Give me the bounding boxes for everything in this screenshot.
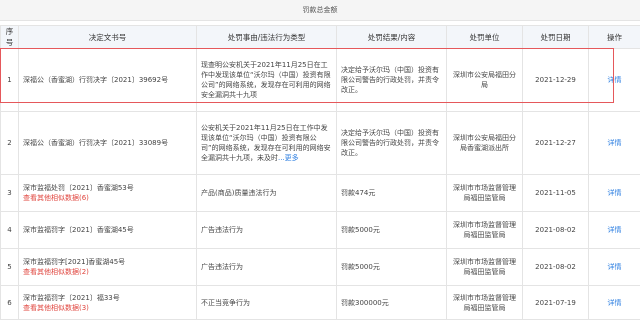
row-doc-cell: 深市监福罚字〔2021〕福33号 查看其他相似数据(3) [18,285,197,320]
row-index: 6 [0,285,19,320]
row-index: 3 [0,174,19,212]
row-result: 罚款5000元 [336,211,447,249]
row-reason: 广告违法行为 [196,248,337,286]
col-date-header: 处罚日期 [522,25,589,49]
row-reason: 不正当竞争行为 [196,285,337,320]
row-date: 2021-07-19 [522,285,589,320]
details-link[interactable]: 详情 [608,226,622,234]
row-index: 2 [0,111,19,175]
row-date: 2021-11-05 [522,174,589,212]
row-index: 1 [0,48,19,112]
table-row: 4 深市监福罚字〔2021〕香蜜湖45号 广告违法行为 罚款5000元 深圳市市… [0,211,640,249]
row-doc-number: 深福公（香蜜湖）行罚决字〔2021〕39692号 [18,48,197,112]
row-date: 2021-08-02 [522,248,589,286]
row-reason-cell: 公安机关于2021年11月25日在工作中发现该单位“沃尔玛（中国）投资有限公司”… [196,111,337,175]
row-unit: 深圳市市场监督管理局福田监管局 [446,174,523,212]
table-row: 1 深福公（香蜜湖）行罚决字〔2021〕39692号 现查明公安机关于2021年… [0,48,640,112]
details-link[interactable]: 详情 [608,189,622,197]
row-unit: 深圳市公安局福田分局 [446,48,523,112]
similar-data-link[interactable]: 查看其他相似数据(6) [23,193,192,203]
row-date: 2021-12-27 [522,111,589,175]
row-index: 5 [0,248,19,286]
row-unit: 深圳市市场监督管理局福田监管局 [446,211,523,249]
row-date: 2021-12-29 [522,48,589,112]
col-unit-header: 处罚单位 [446,25,523,49]
row-result: 罚款300000元 [336,285,447,320]
similar-data-link[interactable]: 查看其他相似数据(2) [23,267,192,277]
details-link[interactable]: 详情 [608,76,622,84]
col-reason-header: 处罚事由/违法行为类型 [196,25,337,49]
table-header-row: 序号 决定文书号 处罚事由/违法行为类型 处罚结果/内容 处罚单位 处罚日期 操… [0,25,640,49]
section-title: 罚款总金额 [0,0,640,21]
row-doc-number: 深福公（香蜜湖）行罚决字〔2021〕33089号 [18,111,197,175]
table-row: 6 深市监福罚字〔2021〕福33号 查看其他相似数据(3) 不正当竞争行为 罚… [0,285,640,320]
row-doc-number: 深市监福罚字[2021]香蜜湖45号 [23,258,126,266]
penalty-table: 序号 决定文书号 处罚事由/违法行为类型 处罚结果/内容 处罚单位 处罚日期 操… [0,25,640,320]
table-row: 3 深市监福处罚〔2021〕香蜜湖53号 查看其他相似数据(6) 产品(商品)质… [0,174,640,212]
details-link[interactable]: 详情 [608,139,622,147]
details-link[interactable]: 详情 [608,263,622,271]
col-doc-header: 决定文书号 [18,25,197,49]
col-result-header: 处罚结果/内容 [336,25,447,49]
row-doc-number: 深市监福罚字〔2021〕福33号 [23,293,120,302]
table-row: 5 深市监福罚字[2021]香蜜湖45号 查看其他相似数据(2) 广告违法行为 … [0,248,640,286]
row-doc-cell: 深市监福罚字[2021]香蜜湖45号 查看其他相似数据(2) [18,248,197,286]
row-reason: 广告违法行为 [196,211,337,249]
row-unit: 深圳市公安局福田分局香蜜湖派出所 [446,111,523,175]
row-result: 决定给予沃尔玛（中国）投资有限公司警告的行政处罚，并责令改正。 [336,48,447,112]
col-index-header: 序号 [0,25,19,49]
details-link[interactable]: 详情 [608,299,622,307]
table-row: 2 深福公（香蜜湖）行罚决字〔2021〕33089号 公安机关于2021年11月… [0,111,640,175]
row-unit: 深圳市市场监督管理局福田监管局 [446,248,523,286]
row-reason: 现查明公安机关于2021年11月25日在工作中发现该单位“沃尔玛（中国）投资有限… [196,48,337,112]
row-index: 4 [0,211,19,249]
row-reason: 公安机关于2021年11月25日在工作中发现该单位“沃尔玛（中国）投资有限公司”… [201,124,331,162]
row-doc-number: 深市监福处罚〔2021〕香蜜湖53号 [23,184,134,192]
row-unit: 深圳市市场监督管理局福田监管局 [446,285,523,320]
row-result: 罚款474元 [336,174,447,212]
row-date: 2021-08-02 [522,211,589,249]
row-reason: 产品(商品)质量违法行为 [196,174,337,212]
row-doc-cell: 深市监福处罚〔2021〕香蜜湖53号 查看其他相似数据(6) [18,174,197,212]
row-doc-number: 深市监福罚字〔2021〕香蜜湖45号 [18,211,197,249]
row-result: 决定给予沃尔玛（中国）投资有限公司警告的行政处罚，并责令改正。 [336,111,447,175]
similar-data-link[interactable]: 查看其他相似数据(3) [23,303,192,313]
more-link[interactable]: ...更多 [278,154,299,162]
col-action-header: 操作 [588,25,640,49]
row-result: 罚款5000元 [336,248,447,286]
